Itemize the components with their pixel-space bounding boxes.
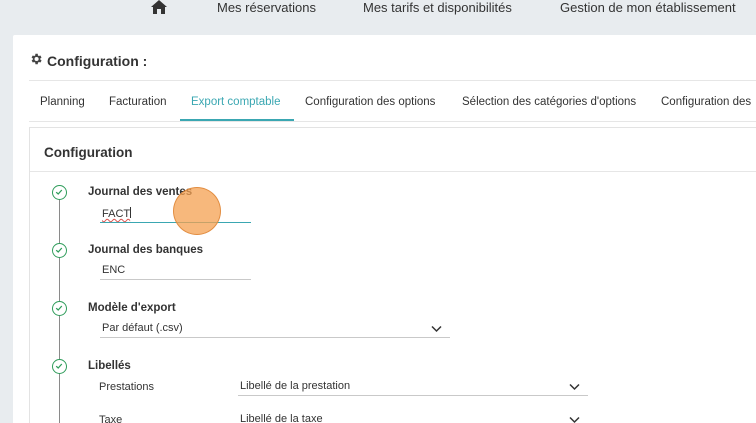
modele-export-select[interactable]: Par défaut (.csv) — [100, 322, 450, 338]
chevron-down-icon — [431, 324, 442, 333]
nav-gestion-etablissement[interactable]: Gestion de mon établissement — [560, 0, 736, 15]
click-indicator — [173, 187, 221, 235]
tab-configuration-options[interactable]: Configuration des options — [305, 96, 435, 108]
modele-export-value: Par défaut (.csv) — [102, 322, 183, 334]
journal-banques-input[interactable]: ENC — [100, 264, 251, 280]
chevron-down-icon — [569, 415, 580, 423]
tab-selection-categories[interactable]: Sélection des catégories d'options — [462, 96, 636, 108]
card-title: Configuration — [44, 145, 133, 160]
taxe-label: Taxe — [99, 414, 123, 423]
journal-ventes-value: FACT — [102, 208, 131, 220]
taxe-value: Libellé de la taxe — [240, 413, 323, 423]
check-icon — [52, 359, 67, 374]
check-icon — [52, 185, 67, 200]
page-title: Configuration : — [29, 52, 147, 69]
journal-banques-value: ENC — [102, 264, 126, 276]
tab-configuration-des[interactable]: Configuration des — [661, 96, 751, 108]
card-separator — [30, 171, 756, 172]
modele-export-label: Modèle d'export — [88, 302, 176, 314]
check-icon — [52, 243, 67, 258]
tab-facturation[interactable]: Facturation — [109, 96, 167, 108]
top-navigation: Mes réservations Mes tarifs et disponibi… — [0, 0, 756, 28]
nav-mes-reservations[interactable]: Mes réservations — [217, 0, 316, 15]
tabs-top-border — [29, 80, 756, 81]
chevron-down-icon — [569, 382, 580, 391]
tab-planning[interactable]: Planning — [40, 96, 85, 108]
libelles-label: Libellés — [88, 360, 131, 372]
prestations-label: Prestations — [99, 381, 155, 393]
nav-mes-tarifs[interactable]: Mes tarifs et disponibilités — [363, 0, 512, 15]
home-icon[interactable] — [151, 0, 167, 14]
prestations-value: Libellé de la prestation — [240, 380, 351, 392]
taxe-select[interactable]: Libellé de la taxe — [238, 413, 588, 423]
prestations-select[interactable]: Libellé de la prestation — [238, 380, 588, 396]
page-title-text: Configuration : — [47, 52, 148, 69]
check-icon — [52, 301, 67, 316]
tab-export-comptable[interactable]: Export comptable — [191, 96, 281, 108]
journal-banques-label: Journal des banques — [88, 244, 204, 256]
tabs-bottom-border — [29, 121, 756, 122]
text-caret — [130, 207, 132, 218]
gear-icon — [29, 52, 43, 69]
